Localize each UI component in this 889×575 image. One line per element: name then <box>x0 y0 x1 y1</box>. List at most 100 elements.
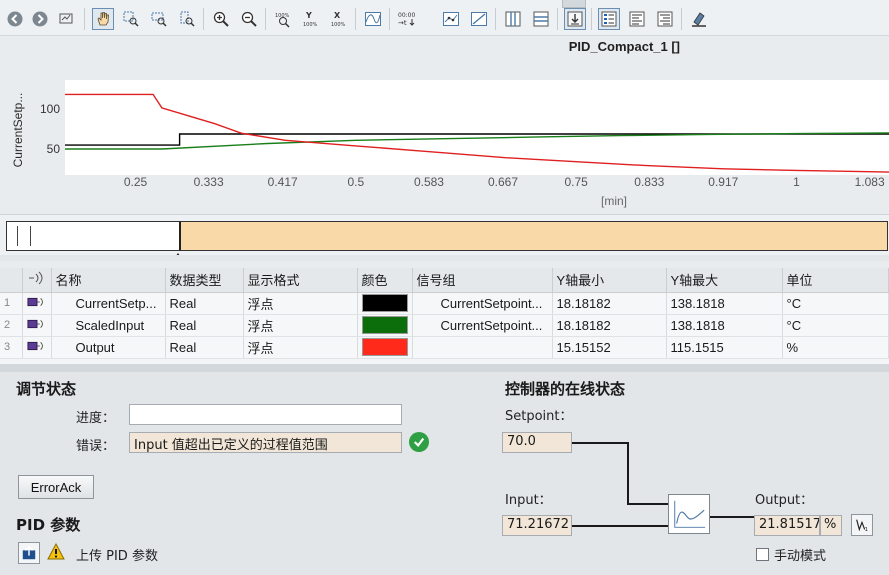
x-tick-label: 0.25 <box>123 175 148 189</box>
highlight-icon[interactable] <box>688 8 710 30</box>
signal-group[interactable]: CurrentSetpoint... <box>412 292 553 315</box>
header-color[interactable]: 颜色 <box>357 268 413 293</box>
signal-ymax[interactable]: 138.1818 <box>666 292 783 315</box>
color-swatch[interactable] <box>361 294 408 312</box>
header-format[interactable]: 显示格式 <box>243 268 358 293</box>
legend-list-icon[interactable] <box>598 8 620 30</box>
panel-splitter[interactable] <box>0 364 889 372</box>
header-unit[interactable]: 单位 <box>782 268 889 293</box>
progress-label: 进度： <box>76 411 116 426</box>
signal-name[interactable]: ScaledInput <box>51 314 166 337</box>
svg-text:X: X <box>334 11 341 20</box>
back-icon[interactable] <box>4 8 26 30</box>
zoom-x-icon[interactable] <box>148 8 170 30</box>
upload-icon[interactable] <box>18 542 40 564</box>
table-row[interactable]: 2 ScaledInput Real 浮点 CurrentSetpoint...… <box>0 314 889 337</box>
signal-unit[interactable]: % <box>782 336 889 359</box>
scale-y-100-icon[interactable]: Y 100% <box>300 8 322 30</box>
manual-output-icon[interactable]: 1 <box>851 514 873 536</box>
collapse-handle[interactable] <box>562 0 586 8</box>
scale-x-100-icon[interactable]: X 100% <box>328 8 350 30</box>
forward-icon[interactable] <box>29 8 51 30</box>
curve-icon[interactable] <box>362 8 384 30</box>
svg-text:100%: 100% <box>331 22 346 28</box>
setpoint-wire <box>572 442 628 444</box>
header-signal-group[interactable]: 信号组 <box>412 268 553 293</box>
signal-format[interactable]: 浮点 <box>243 336 358 359</box>
row-number: 3 <box>0 336 23 359</box>
signal-group[interactable]: CurrentSetpoint... <box>412 314 553 337</box>
color-swatch[interactable] <box>361 338 408 356</box>
zoom-100-icon[interactable]: 100% <box>272 8 294 30</box>
signal-datatype: Real <box>165 314 244 337</box>
signal-ymin[interactable]: 15.15152 <box>552 336 667 359</box>
trend-plot[interactable] <box>65 80 889 175</box>
signal-unit[interactable]: °C <box>782 314 889 337</box>
signal-ymax[interactable]: 115.1515 <box>666 336 783 359</box>
signal-color-swatch[interactable] <box>357 336 413 359</box>
pan-icon[interactable] <box>92 8 114 30</box>
header-datatype[interactable]: 数据类型 <box>165 268 244 293</box>
pid-controller-block[interactable] <box>668 494 710 534</box>
split-h-icon[interactable] <box>530 8 552 30</box>
zoom-rect-icon[interactable] <box>120 8 142 30</box>
line-icon[interactable] <box>468 8 490 30</box>
signal-color-swatch[interactable] <box>357 292 413 315</box>
header-ymax[interactable]: Y轴最大 <box>666 268 783 293</box>
x-tick-label: 1.083 <box>854 175 885 189</box>
color-swatch[interactable] <box>361 316 408 334</box>
signal-ymin[interactable]: 18.18182 <box>552 314 667 337</box>
overview-track[interactable] <box>6 221 888 251</box>
signal-datatype: Real <box>165 336 244 359</box>
erroradk-button[interactable]: ErrorAck <box>18 475 94 499</box>
overview-start-marker <box>17 226 31 246</box>
header-ymin[interactable]: Y轴最小 <box>552 268 667 293</box>
setpoint-field[interactable]: 70.0 <box>502 432 572 453</box>
table-row[interactable]: 1 CurrentSetp... Real 浮点 CurrentSetpoint… <box>0 292 889 315</box>
table-row[interactable]: 3 Output Real 浮点 15.15152 115.1515 % <box>0 336 889 359</box>
x-tick-label: 0.917 <box>708 175 739 189</box>
manual-mode-label[interactable]: 手动模式 <box>774 545 826 564</box>
signal-name[interactable]: CurrentSetp... <box>51 292 166 315</box>
trend-toolbar: 100% Y 100% X 100% 00:00 →t <box>0 0 889 36</box>
table-header-row: 名称 数据类型 显示格式 颜色 信号组 Y轴最小 Y轴最大 单位 <box>0 268 889 293</box>
x-tick-label: 0.833 <box>634 175 665 189</box>
separator <box>557 8 558 30</box>
output-label: Output： <box>755 493 814 508</box>
align-right-icon[interactable] <box>654 8 676 30</box>
measure-icon[interactable]: 00:00 →t <box>396 8 418 30</box>
signal-format[interactable]: 浮点 <box>243 314 358 337</box>
overview-selection[interactable] <box>179 221 888 251</box>
signal-table: 名称 数据类型 显示格式 颜色 信号组 Y轴最小 Y轴最大 单位 1 Curre… <box>0 268 889 359</box>
align-left-icon[interactable] <box>626 8 648 30</box>
print-icon[interactable] <box>56 8 78 30</box>
input-label: Input： <box>505 493 552 508</box>
chart-title: PID_Compact_1 [] <box>568 39 680 54</box>
setpoint-wire <box>627 442 629 505</box>
signal-group[interactable] <box>412 336 553 359</box>
export-icon[interactable] <box>564 8 586 30</box>
overview-scrollbar[interactable] <box>0 255 889 261</box>
separator <box>495 8 496 30</box>
signal-ymin[interactable]: 18.18182 <box>552 292 667 315</box>
output-field[interactable]: 21.81517 <box>754 515 820 536</box>
point-icon[interactable] <box>440 8 462 30</box>
zoom-out-icon[interactable] <box>238 8 260 30</box>
row-number: 1 <box>0 292 23 315</box>
signal-color-swatch[interactable] <box>357 314 413 337</box>
manual-mode-checkbox[interactable] <box>756 548 769 561</box>
separator <box>203 8 204 30</box>
zoom-in-icon[interactable] <box>210 8 232 30</box>
signal-unit[interactable]: °C <box>782 292 889 315</box>
upload-pid-label[interactable]: 上传 PID 参数 <box>76 545 158 564</box>
zoom-y-icon[interactable] <box>176 8 198 30</box>
header-name[interactable]: 名称 <box>51 268 166 293</box>
signal-format[interactable]: 浮点 <box>243 292 358 315</box>
signal-ymax[interactable]: 138.1818 <box>666 314 783 337</box>
signal-name[interactable]: Output <box>51 336 166 359</box>
signal-table-area: 名称 数据类型 显示格式 颜色 信号组 Y轴最小 Y轴最大 单位 1 Curre… <box>0 268 889 364</box>
header-num <box>0 268 23 293</box>
pid-params-title: PID 参数 <box>16 516 81 534</box>
output-wire <box>710 516 754 518</box>
split-v-icon[interactable] <box>502 8 524 30</box>
